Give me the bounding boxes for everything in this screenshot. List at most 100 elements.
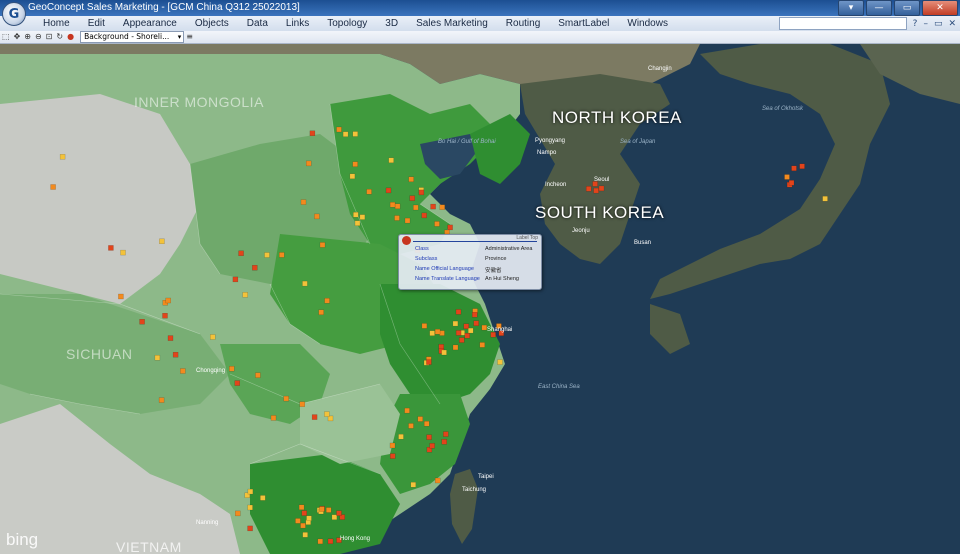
search-input[interactable] — [778, 17, 907, 30]
pan-tool-icon[interactable]: ✥ — [14, 32, 21, 42]
menu-routing[interactable]: Routing — [497, 17, 549, 30]
store-marker[interactable] — [228, 366, 235, 372]
store-marker[interactable] — [159, 238, 165, 245]
store-marker[interactable] — [464, 333, 470, 339]
zoom-in-icon[interactable]: ⊕ — [24, 32, 31, 42]
store-marker[interactable] — [447, 224, 453, 231]
store-marker[interactable] — [252, 264, 258, 271]
store-marker[interactable] — [421, 212, 427, 219]
zoom-window-icon[interactable]: ⊡ — [46, 32, 53, 42]
mdi-close-button[interactable]: ✕ — [948, 19, 956, 29]
store-marker[interactable] — [385, 187, 392, 194]
menu-links[interactable]: Links — [277, 17, 318, 30]
store-marker[interactable] — [409, 195, 415, 201]
store-marker[interactable] — [394, 203, 401, 210]
store-marker[interactable] — [359, 214, 366, 220]
mdi-restore-button[interactable]: ▭ — [934, 19, 943, 29]
store-marker[interactable] — [424, 421, 430, 427]
store-marker[interactable] — [435, 477, 441, 484]
store-marker[interactable] — [410, 482, 416, 488]
store-marker[interactable] — [441, 439, 447, 445]
store-marker[interactable] — [439, 204, 445, 210]
store-marker[interactable] — [452, 320, 459, 327]
store-marker[interactable] — [118, 293, 124, 300]
store-marker[interactable] — [430, 203, 436, 210]
toolbar-options-icon[interactable]: ≡ — [186, 32, 193, 42]
store-marker[interactable] — [279, 252, 285, 258]
menu-objects[interactable]: Objects — [186, 17, 238, 30]
store-marker[interactable] — [352, 161, 358, 167]
store-marker[interactable] — [473, 320, 479, 326]
store-marker[interactable] — [324, 297, 330, 304]
menu-appearance[interactable]: Appearance — [114, 17, 186, 30]
store-marker[interactable] — [479, 342, 485, 348]
menu-edit[interactable]: Edit — [79, 17, 114, 30]
store-marker[interactable] — [50, 184, 56, 190]
store-marker[interactable] — [441, 349, 447, 356]
store-marker[interactable] — [417, 416, 423, 422]
store-marker[interactable] — [238, 250, 244, 257]
store-marker[interactable] — [298, 504, 305, 510]
store-marker[interactable] — [120, 249, 126, 256]
store-marker[interactable] — [306, 160, 312, 167]
store-marker[interactable] — [234, 380, 241, 386]
menu-windows[interactable]: Windows — [618, 17, 677, 30]
store-marker[interactable] — [318, 309, 324, 315]
store-marker[interactable] — [394, 215, 400, 221]
store-marker[interactable] — [389, 442, 396, 449]
store-marker[interactable] — [784, 174, 790, 180]
store-marker[interactable] — [270, 415, 277, 421]
store-marker[interactable] — [421, 323, 428, 329]
store-marker[interactable] — [426, 359, 432, 365]
store-marker[interactable] — [593, 187, 599, 194]
store-marker[interactable] — [426, 434, 432, 440]
store-marker[interactable] — [300, 199, 307, 205]
store-marker[interactable] — [247, 525, 253, 532]
store-marker[interactable] — [247, 504, 253, 511]
store-marker[interactable] — [247, 488, 254, 495]
store-marker[interactable] — [598, 185, 605, 192]
store-marker[interactable] — [283, 395, 289, 402]
zoom-out-icon[interactable]: ⊖ — [35, 32, 42, 42]
store-marker[interactable] — [327, 538, 334, 544]
store-marker[interactable] — [336, 510, 342, 516]
store-marker[interactable] — [172, 352, 179, 358]
menu-home[interactable]: Home — [34, 17, 79, 30]
store-marker[interactable] — [443, 431, 449, 437]
store-marker[interactable] — [167, 335, 174, 341]
store-marker[interactable] — [459, 337, 465, 343]
store-marker[interactable] — [299, 401, 305, 407]
store-marker[interactable] — [452, 344, 459, 351]
store-marker[interactable] — [158, 397, 165, 403]
store-marker[interactable] — [295, 518, 301, 524]
ribbon-collapse-button[interactable]: ▾ — [838, 0, 864, 16]
store-marker[interactable] — [788, 180, 795, 186]
store-marker[interactable] — [822, 195, 828, 202]
menu-sales-marketing[interactable]: Sales Marketing — [407, 17, 497, 30]
store-marker[interactable] — [354, 220, 361, 226]
menu-topology[interactable]: Topology — [318, 17, 376, 30]
store-marker[interactable] — [165, 297, 171, 304]
store-marker[interactable] — [429, 330, 435, 336]
store-marker[interactable] — [302, 280, 308, 287]
store-marker[interactable] — [139, 319, 145, 325]
store-marker[interactable] — [468, 327, 474, 334]
store-marker[interactable] — [791, 165, 797, 172]
store-marker[interactable] — [404, 407, 410, 414]
store-marker[interactable] — [108, 245, 114, 251]
store-marker[interactable] — [326, 507, 332, 513]
store-marker[interactable] — [408, 176, 414, 183]
store-marker[interactable] — [255, 372, 261, 378]
store-marker[interactable] — [162, 313, 168, 319]
app-logo-icon[interactable]: G — [2, 2, 26, 26]
store-marker[interactable] — [418, 189, 425, 196]
map-canvas[interactable]: INNER MONGOLIA SICHUAN NORTH KOREA SOUTH… — [0, 44, 960, 554]
store-marker[interactable] — [180, 368, 186, 374]
store-marker[interactable] — [331, 514, 338, 520]
store-marker[interactable] — [264, 252, 270, 258]
store-marker[interactable] — [389, 201, 396, 208]
store-marker[interactable] — [306, 515, 312, 521]
store-marker[interactable] — [799, 163, 805, 170]
store-marker[interactable] — [390, 453, 396, 459]
store-marker[interactable] — [434, 221, 440, 227]
